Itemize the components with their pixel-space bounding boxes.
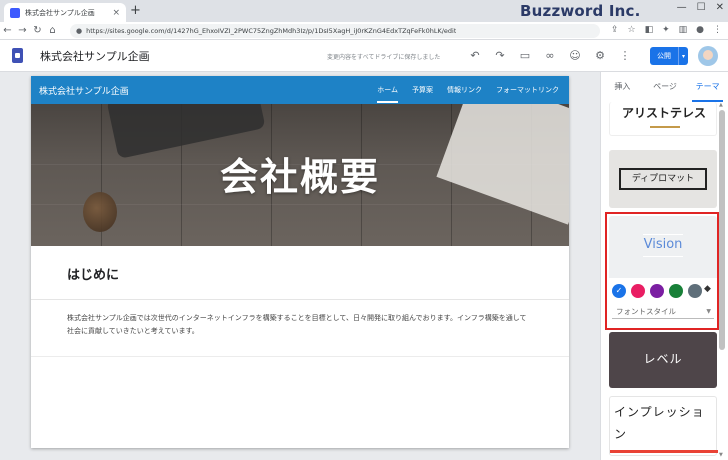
- address-bar-row: ← → ↻ ⌂ ● https://sites.google.com/d/142…: [0, 22, 728, 40]
- close-window-icon[interactable]: ✕: [716, 2, 724, 13]
- section-header: はじめに: [31, 246, 569, 300]
- link-icon[interactable]: ∞: [543, 49, 557, 63]
- reload-icon[interactable]: ↻: [30, 25, 45, 36]
- puzzle-icon[interactable]: ✦: [662, 25, 670, 35]
- new-tab-button[interactable]: +: [130, 4, 141, 18]
- body-paragraph[interactable]: 株式会社サンプル企画では次世代のインターネットインフラを構築することを目標として…: [67, 312, 533, 338]
- share-icon[interactable]: ⇪: [611, 25, 619, 35]
- lock-icon: ●: [76, 27, 83, 35]
- google-sites-logo-icon[interactable]: [12, 48, 23, 63]
- redo-icon[interactable]: ↷: [493, 49, 507, 63]
- sidebar-icon[interactable]: ▥: [679, 25, 688, 35]
- home-icon[interactable]: ⌂: [45, 25, 60, 36]
- save-status: 変更内容をすべてドライブに保存しました: [327, 54, 441, 61]
- maximize-icon[interactable]: ☐: [697, 2, 706, 13]
- scroll-thumb[interactable]: [719, 110, 725, 350]
- theme-accent-line: [610, 450, 718, 453]
- tab-title: 株式会社サンプル企画: [25, 8, 95, 17]
- theme-diplomat[interactable]: ディプロマット: [609, 150, 717, 208]
- publish-dropdown-icon[interactable]: ▾: [678, 47, 688, 65]
- sites-favicon-icon: [10, 7, 20, 18]
- tab-insert[interactable]: 挿入: [601, 72, 644, 102]
- hero-banner[interactable]: 会社概要: [31, 104, 569, 246]
- editor-toolbar: 株式会社サンプル企画 変更内容をすべてドライブに保存しました ↶ ↷ ▭ ∞ ☺…: [0, 40, 728, 72]
- hero-title[interactable]: 会社概要: [31, 146, 569, 201]
- theme-level-label: レベル: [643, 352, 683, 366]
- tab-themes[interactable]: テーマ: [686, 72, 728, 102]
- watermark: Buzzword Inc.: [520, 2, 641, 20]
- profile-icon[interactable]: ●: [696, 25, 704, 35]
- share-with-others-icon[interactable]: ☺: [568, 49, 582, 63]
- section-divider: [31, 356, 569, 357]
- avatar[interactable]: [698, 46, 718, 66]
- forward-icon[interactable]: →: [15, 25, 30, 36]
- browser-tab-bar: 株式会社サンプル企画 × + Buzzword Inc. — ☐ ✕: [0, 0, 728, 22]
- scroll-up-icon[interactable]: ▲: [719, 102, 723, 108]
- site-title[interactable]: 株式会社サンプル企画: [39, 84, 129, 97]
- publish-button[interactable]: 公開 ▾: [650, 47, 688, 65]
- nav-item-format-links[interactable]: フォーマットリンク: [496, 85, 559, 95]
- site-header: 株式会社サンプル企画 ホーム 予算案 情報リンク フォーマットリンク: [31, 76, 569, 104]
- window-controls: — ☐ ✕: [677, 2, 724, 13]
- panel-tabs: 挿入 ページ テーマ: [601, 72, 728, 102]
- preview-icon[interactable]: ▭: [518, 49, 532, 63]
- toolbar-icons: ↶ ↷ ▭ ∞ ☺ ⚙ ⋮: [468, 49, 632, 63]
- nav-item-info-links[interactable]: 情報リンク: [447, 85, 482, 95]
- section-title[interactable]: はじめに: [67, 264, 119, 283]
- url-field[interactable]: ● https://sites.google.com/d/1427hG_Ehxo…: [70, 24, 600, 38]
- editor-canvas: 株式会社サンプル企画 ホーム 予算案 情報リンク フォーマットリンク 会社概要 …: [0, 72, 600, 460]
- theme-aristotle-label: アリストテレス: [621, 106, 706, 120]
- theme-aristotle[interactable]: アリストテレス: [609, 102, 717, 136]
- url-text: https://sites.google.com/d/1427hG_EhxoIV…: [86, 27, 457, 35]
- theme-level[interactable]: レベル: [609, 332, 717, 388]
- browser-menu-icon[interactable]: ⋮: [713, 25, 722, 35]
- extension-icon[interactable]: ◧: [645, 25, 654, 35]
- panel-scrollbar[interactable]: ▲ ▼: [718, 102, 726, 460]
- nav-item-home[interactable]: ホーム: [377, 85, 398, 103]
- site-page: 株式会社サンプル企画 ホーム 予算案 情報リンク フォーマットリンク 会社概要 …: [31, 76, 569, 448]
- back-icon[interactable]: ←: [0, 25, 15, 36]
- theme-impression[interactable]: インプレッション: [609, 396, 718, 456]
- scroll-down-icon[interactable]: ▼: [719, 452, 723, 458]
- site-name[interactable]: 株式会社サンプル企画: [40, 48, 150, 64]
- theme-diplomat-label: ディプロマット: [619, 168, 707, 190]
- browser-tab[interactable]: 株式会社サンプル企画 ×: [4, 3, 126, 22]
- browser-actions: ⇪ ☆ ◧ ✦ ▥ ● ⋮: [611, 25, 722, 35]
- selection-highlight: [605, 212, 719, 330]
- tab-close-icon[interactable]: ×: [112, 8, 120, 18]
- publish-label: 公開: [657, 52, 671, 60]
- settings-icon[interactable]: ⚙: [593, 49, 607, 63]
- minimize-icon[interactable]: —: [677, 2, 687, 13]
- undo-icon[interactable]: ↶: [468, 49, 482, 63]
- theme-impression-label: インプレッション: [614, 405, 705, 441]
- theme-accent-line: [650, 126, 680, 128]
- tab-pages[interactable]: ページ: [644, 72, 687, 102]
- nav-item-budget[interactable]: 予算案: [412, 85, 433, 95]
- more-options-icon[interactable]: ⋮: [618, 49, 632, 63]
- star-icon[interactable]: ☆: [627, 25, 635, 35]
- site-nav: ホーム 予算案 情報リンク フォーマットリンク: [377, 85, 559, 103]
